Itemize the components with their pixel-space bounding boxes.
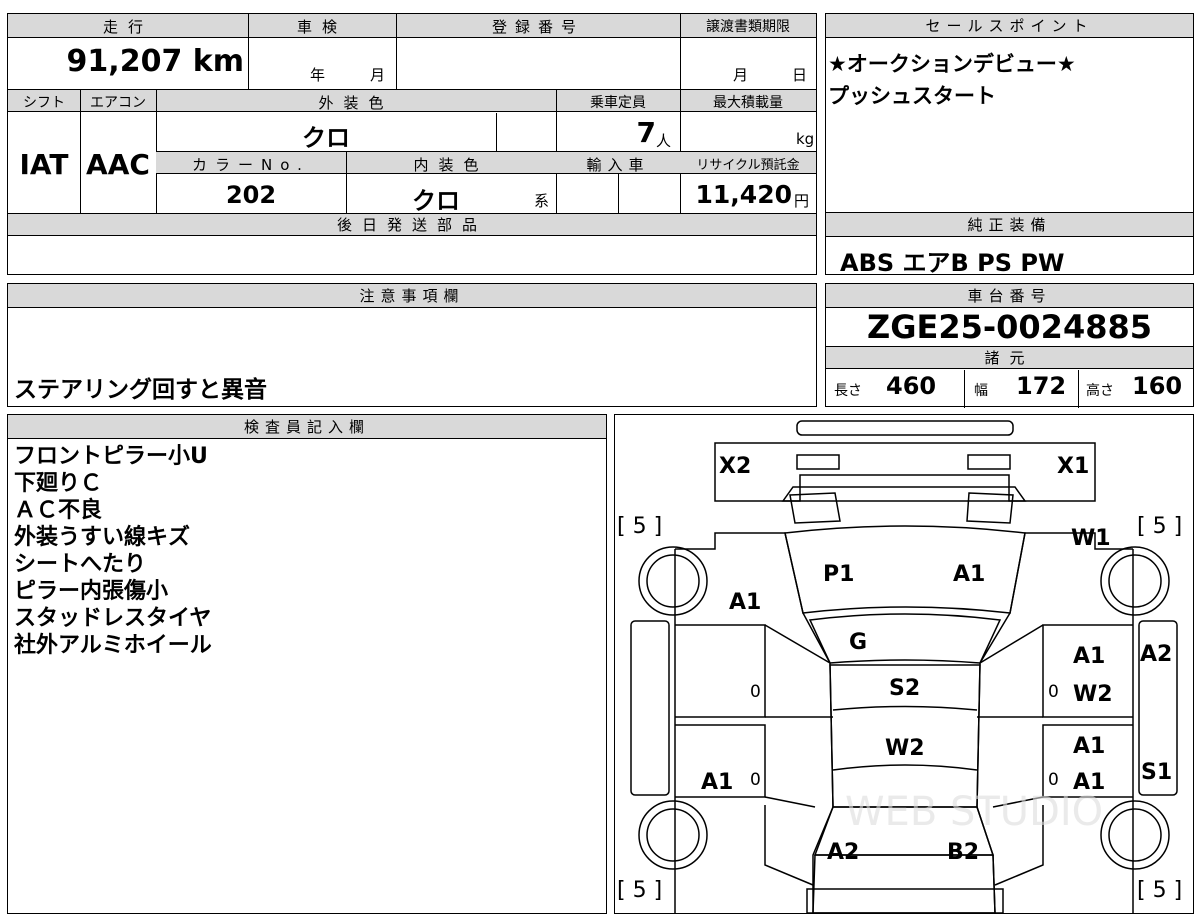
- height-value: 160: [1132, 372, 1183, 400]
- inspector-note: スタッドレスタイヤ: [14, 606, 212, 631]
- inspector-note: 下廻りＣ: [14, 471, 103, 496]
- registration-label: 登録番号: [491, 18, 584, 36]
- sales-point-label: セールスポイント: [826, 14, 1193, 38]
- tyre-label-front-right: [ 5 ]: [1137, 514, 1182, 539]
- tyre-label-rear-left: [ 5 ]: [617, 878, 662, 903]
- code-s2: S2: [889, 676, 920, 701]
- zero-mark-right-rear: 0: [1048, 770, 1059, 790]
- equipment-value: ABS エアB PS PW: [840, 249, 1065, 277]
- caution-panel: 注意事項欄 ステアリング回すと異音: [7, 283, 817, 407]
- inspector-notes: フロントピラー小U 下廻りＣ ＡＣ不良 外装うすい線キズ シートへたり ピラー内…: [14, 443, 212, 659]
- height-label: 高さ: [1086, 383, 1114, 399]
- code-w2-roof: W2: [885, 736, 925, 761]
- equipment-label: 純正装備: [826, 213, 1193, 237]
- code-a1-front-right-door: A1: [1073, 644, 1105, 669]
- later-parts-label: 後日発送部品: [8, 214, 816, 236]
- load-unit: kg: [796, 130, 815, 148]
- inspector-note: 社外アルミホイール: [14, 633, 212, 658]
- recycle-label: リサイクル預託金: [696, 158, 800, 173]
- code-a1-rear-right-door-b: A1: [1073, 770, 1105, 795]
- code-a2-back: A2: [827, 840, 859, 865]
- inspection-label: 車検: [296, 18, 347, 36]
- inspector-note: 外装うすい線キズ: [14, 525, 191, 550]
- vehicle-info-table: 走行 車検 登録番号 譲渡書類期限 91,207 km 年 月 月 日 シフト …: [7, 13, 817, 275]
- capacity-value: 7: [636, 116, 656, 149]
- inspection-year-unit: 年: [310, 66, 326, 84]
- tyre-label-rear-right: [ 5 ]: [1137, 878, 1182, 903]
- transfer-label: 譲渡書類期限: [706, 19, 790, 35]
- sales-line-1: ★オークションデビュー★: [828, 52, 1076, 76]
- length-value: 460: [886, 372, 937, 400]
- interior-label: 内装色: [413, 156, 489, 174]
- capacity-unit: 人: [656, 132, 672, 150]
- code-a1-rear-left: A1: [701, 770, 733, 795]
- mileage-label: 走行: [102, 18, 153, 36]
- exterior-label: 外装色: [318, 94, 394, 112]
- code-a1-front-left: A1: [729, 590, 761, 615]
- color-no-value: 202: [225, 181, 277, 209]
- chassis-number: ZGE25-0024885: [867, 308, 1152, 346]
- watermark: WEB STUDIO: [845, 789, 1103, 835]
- sales-point-panel: セールスポイント ★オークションデビュー★ プッシュスタート: [825, 13, 1194, 213]
- chassis-label: 車台番号: [826, 284, 1193, 308]
- zero-mark-left-rear: 0: [750, 770, 761, 790]
- mileage-value: 91,207 km: [66, 44, 244, 79]
- recycle-unit: 円: [794, 192, 810, 210]
- interior-value: クロ: [412, 187, 460, 215]
- import-label: 輸入車: [586, 156, 650, 174]
- chassis-panel: 車台番号 ZGE25-0024885 諸元 長さ 460 幅 172 高さ 16…: [825, 283, 1194, 408]
- inspection-month-unit: 月: [370, 66, 386, 84]
- ac-label: エアコン: [90, 95, 146, 111]
- car-diagram: WEB STUDIO X2 X1 W1 P1 A1 A1 G A1 A2 S2 …: [617, 420, 1182, 913]
- spec-label: 諸元: [826, 347, 1193, 369]
- load-label: 最大積載量: [713, 95, 783, 111]
- zero-mark-left-front: 0: [750, 682, 761, 702]
- damage-diagram-panel: WEB STUDIO X2 X1 W1 P1 A1 A1 G A1 A2 S2 …: [614, 414, 1194, 914]
- inspector-note: ピラー内張傷小: [14, 579, 169, 604]
- zero-mark-right-front: 0: [1048, 682, 1059, 702]
- code-a1-rear-right-door: A1: [1073, 734, 1105, 759]
- width-label: 幅: [974, 383, 988, 399]
- code-b2-back: B2: [947, 840, 979, 865]
- inspector-panel: 検査員記入欄 フロントピラー小U 下廻りＣ ＡＣ不良 外装うすい線キズ シートへ…: [7, 414, 607, 914]
- length-label: 長さ: [834, 383, 862, 399]
- code-p1: P1: [823, 562, 854, 587]
- code-s1: S1: [1141, 760, 1172, 785]
- exterior-value: クロ: [302, 124, 350, 152]
- width-value: 172: [1016, 372, 1067, 400]
- transfer-month-unit: 月: [733, 66, 749, 84]
- inspector-note: シートへたり: [14, 552, 147, 577]
- shift-label: シフト: [23, 95, 65, 111]
- color-no-label: カラーNo.: [192, 156, 310, 174]
- code-x2: X2: [719, 454, 751, 479]
- capacity-label: 乗車定員: [590, 95, 646, 111]
- code-x1: X1: [1057, 454, 1089, 479]
- inspector-label: 検査員記入欄: [8, 415, 606, 439]
- caution-label: 注意事項欄: [8, 284, 816, 308]
- transfer-day-unit: 日: [792, 66, 808, 84]
- recycle-value: 11,420: [695, 180, 792, 209]
- equipment-panel: 純正装備 ABS エアB PS PW: [825, 212, 1194, 277]
- code-w1: W1: [1071, 526, 1111, 551]
- inspector-note: フロントピラー小U: [14, 444, 208, 469]
- tyre-label-front-left: [ 5 ]: [617, 514, 662, 539]
- sales-line-2: プッシュスタート: [828, 84, 996, 108]
- code-a1-hood: A1: [953, 562, 985, 587]
- code-a2-right: A2: [1140, 642, 1172, 667]
- code-w2-right: W2: [1073, 682, 1113, 707]
- shift-value: IAT: [19, 148, 69, 181]
- code-g: G: [849, 630, 867, 655]
- ac-value: AAC: [86, 148, 150, 181]
- caution-value: ステアリング回すと異音: [14, 377, 267, 403]
- interior-unit: 系: [534, 192, 550, 210]
- inspector-note: ＡＣ不良: [14, 498, 103, 523]
